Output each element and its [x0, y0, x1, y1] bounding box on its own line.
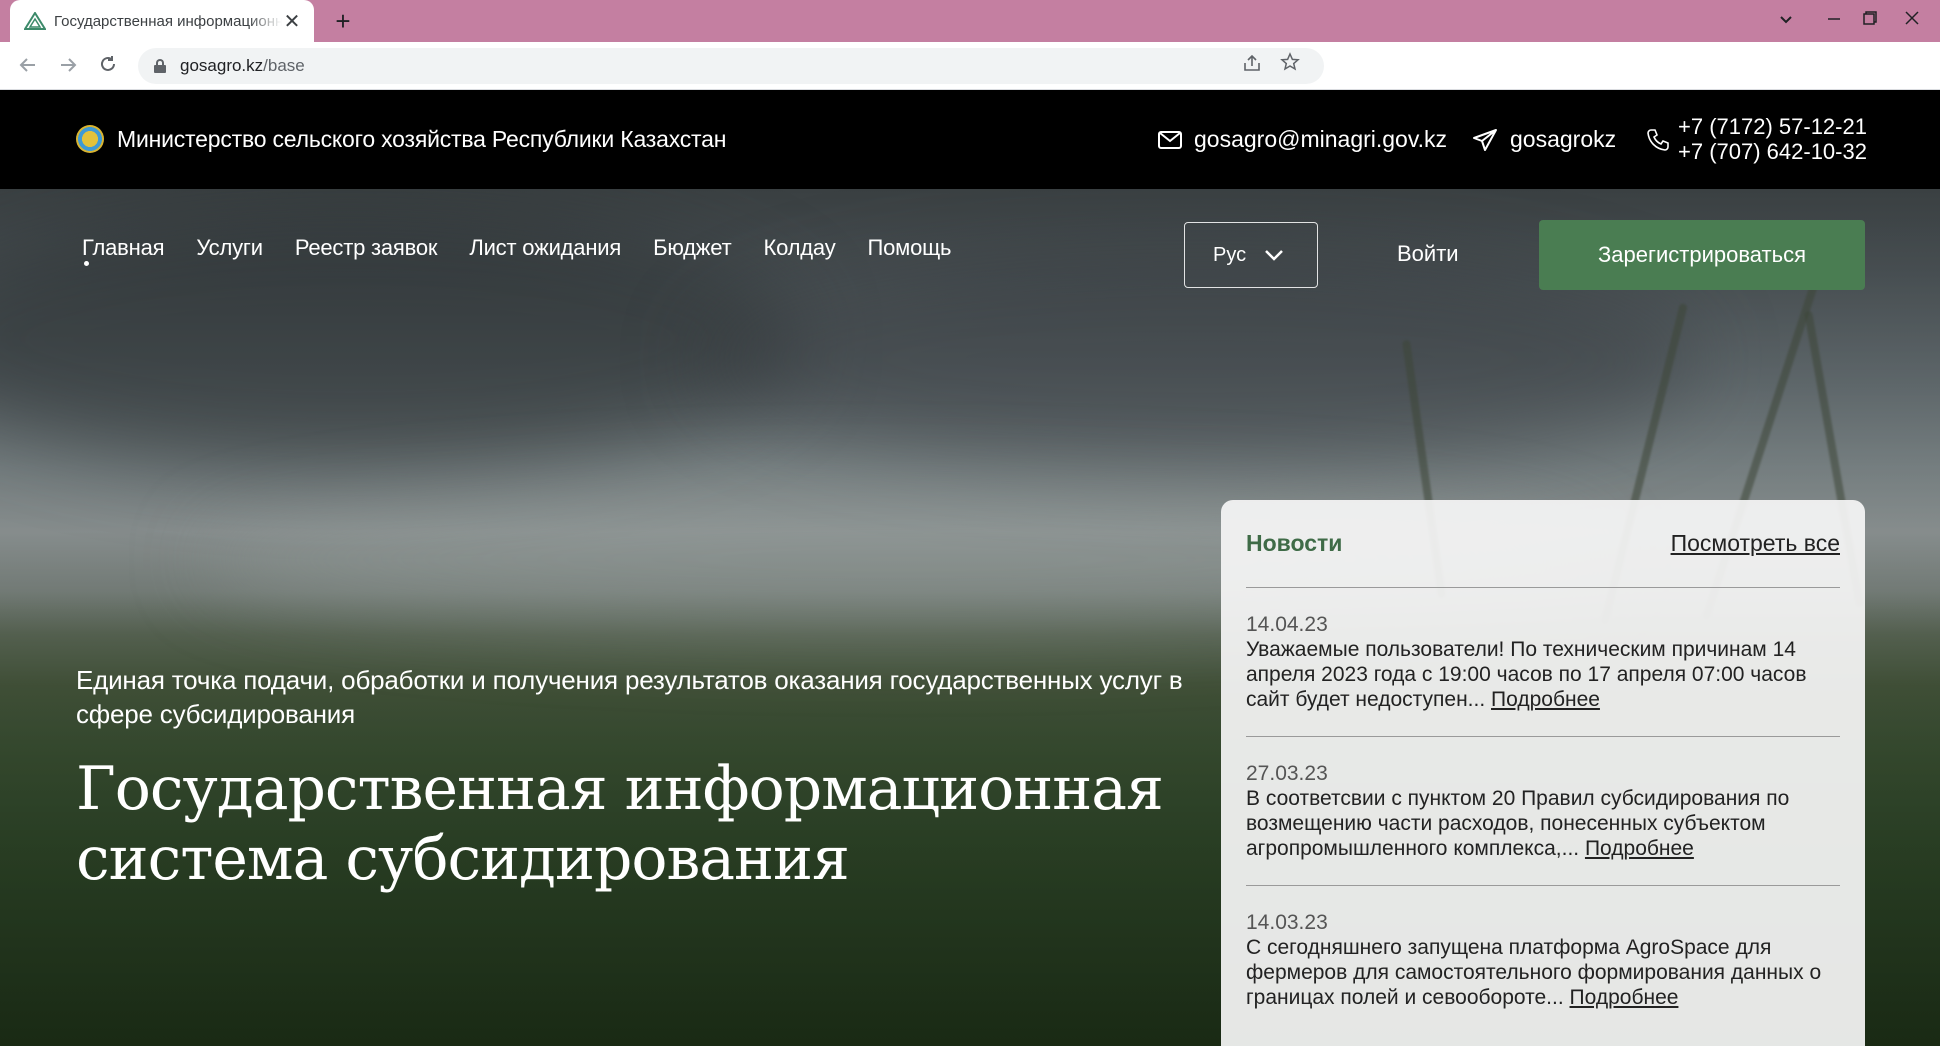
news-date: 14.04.23 — [1246, 613, 1328, 636]
url-text[interactable]: gosagro.kz/base — [180, 56, 305, 76]
nav-item-waiting-list[interactable]: Лист ожидания — [469, 235, 621, 261]
phone-2[interactable]: +7 (707) 642-10-32 — [1678, 139, 1867, 164]
news-more-link[interactable]: Подробнее — [1570, 986, 1679, 1009]
browser-toolbar: gosagro.kz/base — [0, 42, 1940, 90]
minimize-window-icon[interactable] — [1816, 4, 1852, 34]
telegram-contact[interactable]: gosagrokz — [1472, 126, 1616, 153]
hero-subtitle: Единая точка подачи, обработки и получен… — [76, 665, 1183, 729]
tab-close-icon[interactable]: ✕ — [282, 9, 302, 34]
email-contact[interactable]: gosagro@minagri.gov.kz — [1158, 126, 1447, 153]
restore-window-icon[interactable] — [1852, 4, 1888, 34]
chevron-down-icon — [1265, 250, 1284, 261]
news-text: В соответсвии с пунктом 20 Правил субсид… — [1246, 787, 1790, 860]
browser-tab[interactable]: Государственная информационная система с… — [10, 0, 314, 42]
news-text: Уважаемые пользователи! По техническим п… — [1246, 638, 1807, 711]
phone-numbers[interactable]: +7 (7172) 57-12-21 +7 (707) 642-10-32 — [1678, 114, 1867, 164]
back-arrow-icon[interactable] — [12, 50, 44, 82]
mail-icon — [1158, 130, 1182, 149]
nav-item-help[interactable]: Помощь — [868, 235, 952, 261]
hero-section: Главная Услуги Реестр заявок Лист ожидан… — [0, 189, 1940, 1046]
language-value: Рус — [1213, 243, 1247, 266]
phone-1[interactable]: +7 (7172) 57-12-21 — [1678, 114, 1867, 139]
nav-item-services[interactable]: Услуги — [196, 235, 263, 261]
nav-item-home[interactable]: Главная — [82, 235, 165, 261]
news-more-link[interactable]: Подробнее — [1585, 837, 1694, 860]
news-item: 14.03.23 С сегодняшнего запущена платфор… — [1246, 886, 1840, 1034]
news-date: 14.03.23 — [1246, 911, 1328, 934]
bookmark-star-icon[interactable] — [1274, 50, 1306, 82]
ministry-name[interactable]: Министерство сельского хозяйства Республ… — [117, 126, 726, 153]
tab-search-chevron-icon[interactable] — [1768, 4, 1804, 34]
nav-item-koldau[interactable]: Колдау — [763, 235, 835, 261]
register-button[interactable]: Зарегистрироваться — [1539, 220, 1865, 290]
reload-icon[interactable] — [92, 50, 124, 82]
login-button[interactable]: Войти — [1397, 241, 1459, 267]
hero-title-line-2: система субсидирования — [76, 824, 850, 894]
telegram-text[interactable]: gosagrokz — [1510, 126, 1616, 153]
view-all-news-link[interactable]: Посмотреть все — [1671, 530, 1840, 557]
news-item: 27.03.23 В соответсвии с пунктом 20 Прав… — [1246, 737, 1840, 886]
forward-arrow-icon[interactable] — [52, 50, 84, 82]
phone-icon — [1647, 129, 1669, 151]
language-select[interactable]: Рус — [1184, 222, 1318, 288]
browser-tabstrip: Государственная информационная система с… — [0, 0, 1940, 42]
site-favicon-icon — [24, 12, 46, 30]
news-panel: Новости Посмотреть все 14.04.23 Уважаемы… — [1221, 500, 1865, 1046]
tab-title: Государственная информационная система с… — [54, 12, 282, 30]
lock-icon[interactable] — [154, 59, 166, 73]
news-item: 14.04.23 Уважаемые пользователи! По техн… — [1246, 588, 1840, 737]
nav-item-registry[interactable]: Реестр заявок — [295, 235, 438, 261]
close-window-icon[interactable] — [1894, 4, 1930, 34]
address-bar[interactable]: gosagro.kz/base — [138, 48, 1324, 84]
hero-title-line-1: Государственная информационная — [76, 754, 1164, 824]
news-date: 27.03.23 — [1246, 762, 1328, 785]
hero-title: Государственная информационная система с… — [76, 754, 1176, 894]
new-tab-button[interactable]: + — [328, 6, 358, 36]
nav-item-budget[interactable]: Бюджет — [653, 235, 732, 261]
share-icon[interactable] — [1236, 50, 1268, 82]
main-navigation: Главная Услуги Реестр заявок Лист ожидан… — [82, 235, 983, 261]
news-text: С сегодняшнего запущена платформа AgroSp… — [1246, 936, 1822, 1009]
telegram-icon — [1473, 128, 1497, 151]
site-topbar: Министерство сельского хозяйства Республ… — [0, 90, 1940, 189]
email-text[interactable]: gosagro@minagri.gov.kz — [1194, 126, 1447, 153]
news-more-link[interactable]: Подробнее — [1491, 688, 1600, 711]
news-title: Новости — [1246, 530, 1343, 556]
kazakhstan-emblem-icon — [76, 125, 104, 153]
active-nav-indicator — [84, 261, 89, 266]
news-header: Новости Посмотреть все — [1246, 500, 1840, 588]
